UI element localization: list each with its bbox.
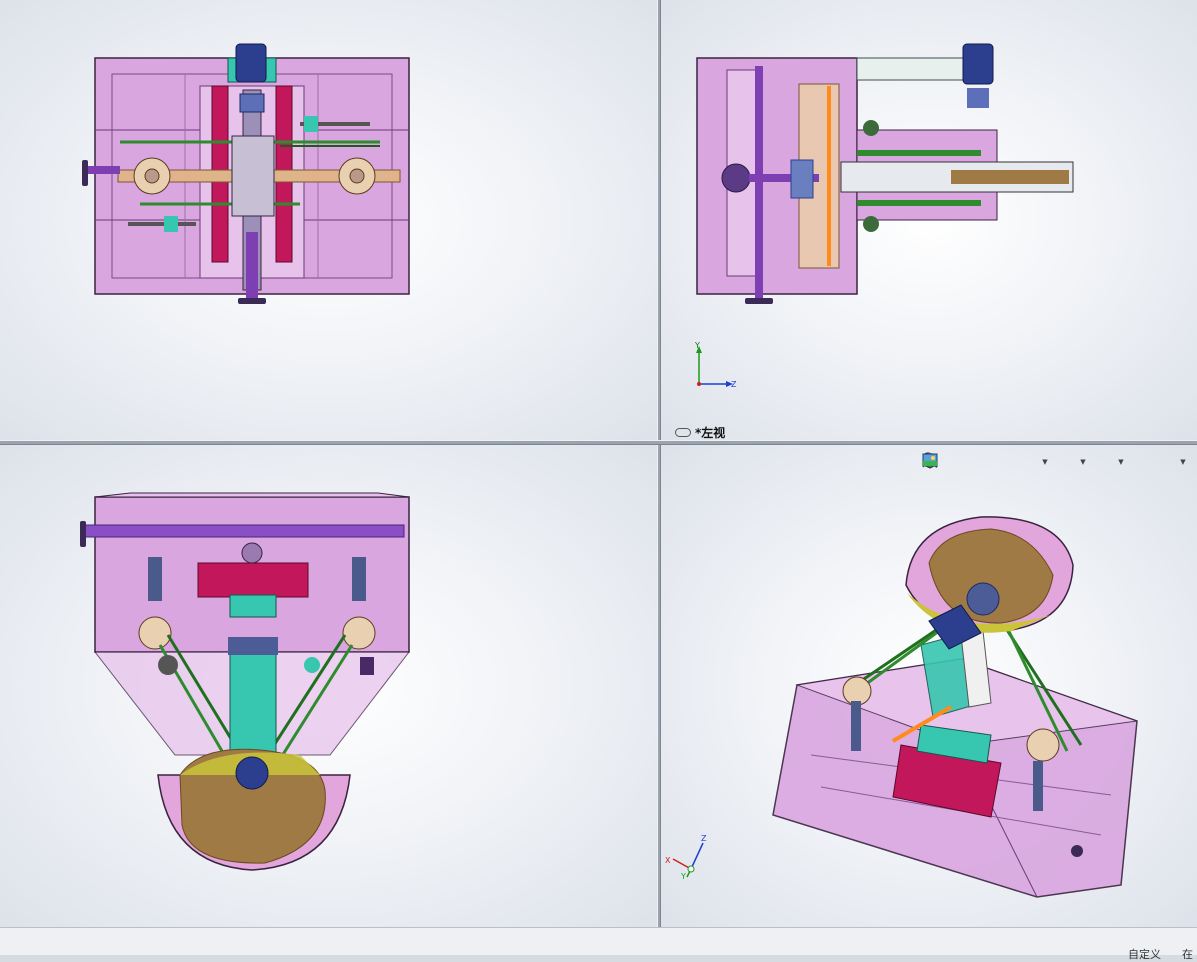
top-view-drawing xyxy=(82,43,410,304)
vertical-shaft xyxy=(755,66,763,302)
triad-x-label: X xyxy=(665,856,671,865)
axis-triad-left-view: Y Z xyxy=(694,341,737,389)
gear-frame-front xyxy=(197,562,309,598)
front-view-drawing xyxy=(80,492,411,871)
motor-top xyxy=(235,43,267,83)
status-bar: 自定义 在 xyxy=(0,927,1197,961)
left-view-drawing: Y Z xyxy=(694,43,1074,389)
axis-triad-iso-view: Z X Y xyxy=(665,834,707,881)
isometric-drawing: Z X Y xyxy=(665,516,1138,898)
motor-side xyxy=(962,43,994,85)
top-view-viewport[interactable] xyxy=(0,0,657,440)
left-view-viewport[interactable]: Y Z *左视 xyxy=(661,0,1197,440)
blade-hub xyxy=(235,756,269,790)
triad-y-label: Y xyxy=(694,341,700,350)
triad-y-label: Y xyxy=(680,872,686,881)
front-view-viewport[interactable] xyxy=(0,445,657,927)
triad-z-label: Z xyxy=(731,380,737,389)
view-label-text: *左视 xyxy=(695,426,726,440)
triad-z-label: Z xyxy=(701,834,707,843)
handwheel xyxy=(721,163,751,193)
status-custom-label[interactable]: 自定义 xyxy=(1128,946,1161,962)
isometric-viewport[interactable]: ▼ ▼ ▼ ▼ Z X Y xyxy=(661,445,1197,927)
main-shaft-front xyxy=(83,524,405,538)
column-front xyxy=(229,638,277,760)
link-views-icon[interactable] xyxy=(675,428,691,437)
status-trailing-text: 在 xyxy=(1182,948,1193,961)
view-orientation-label: *左视 xyxy=(675,424,725,440)
